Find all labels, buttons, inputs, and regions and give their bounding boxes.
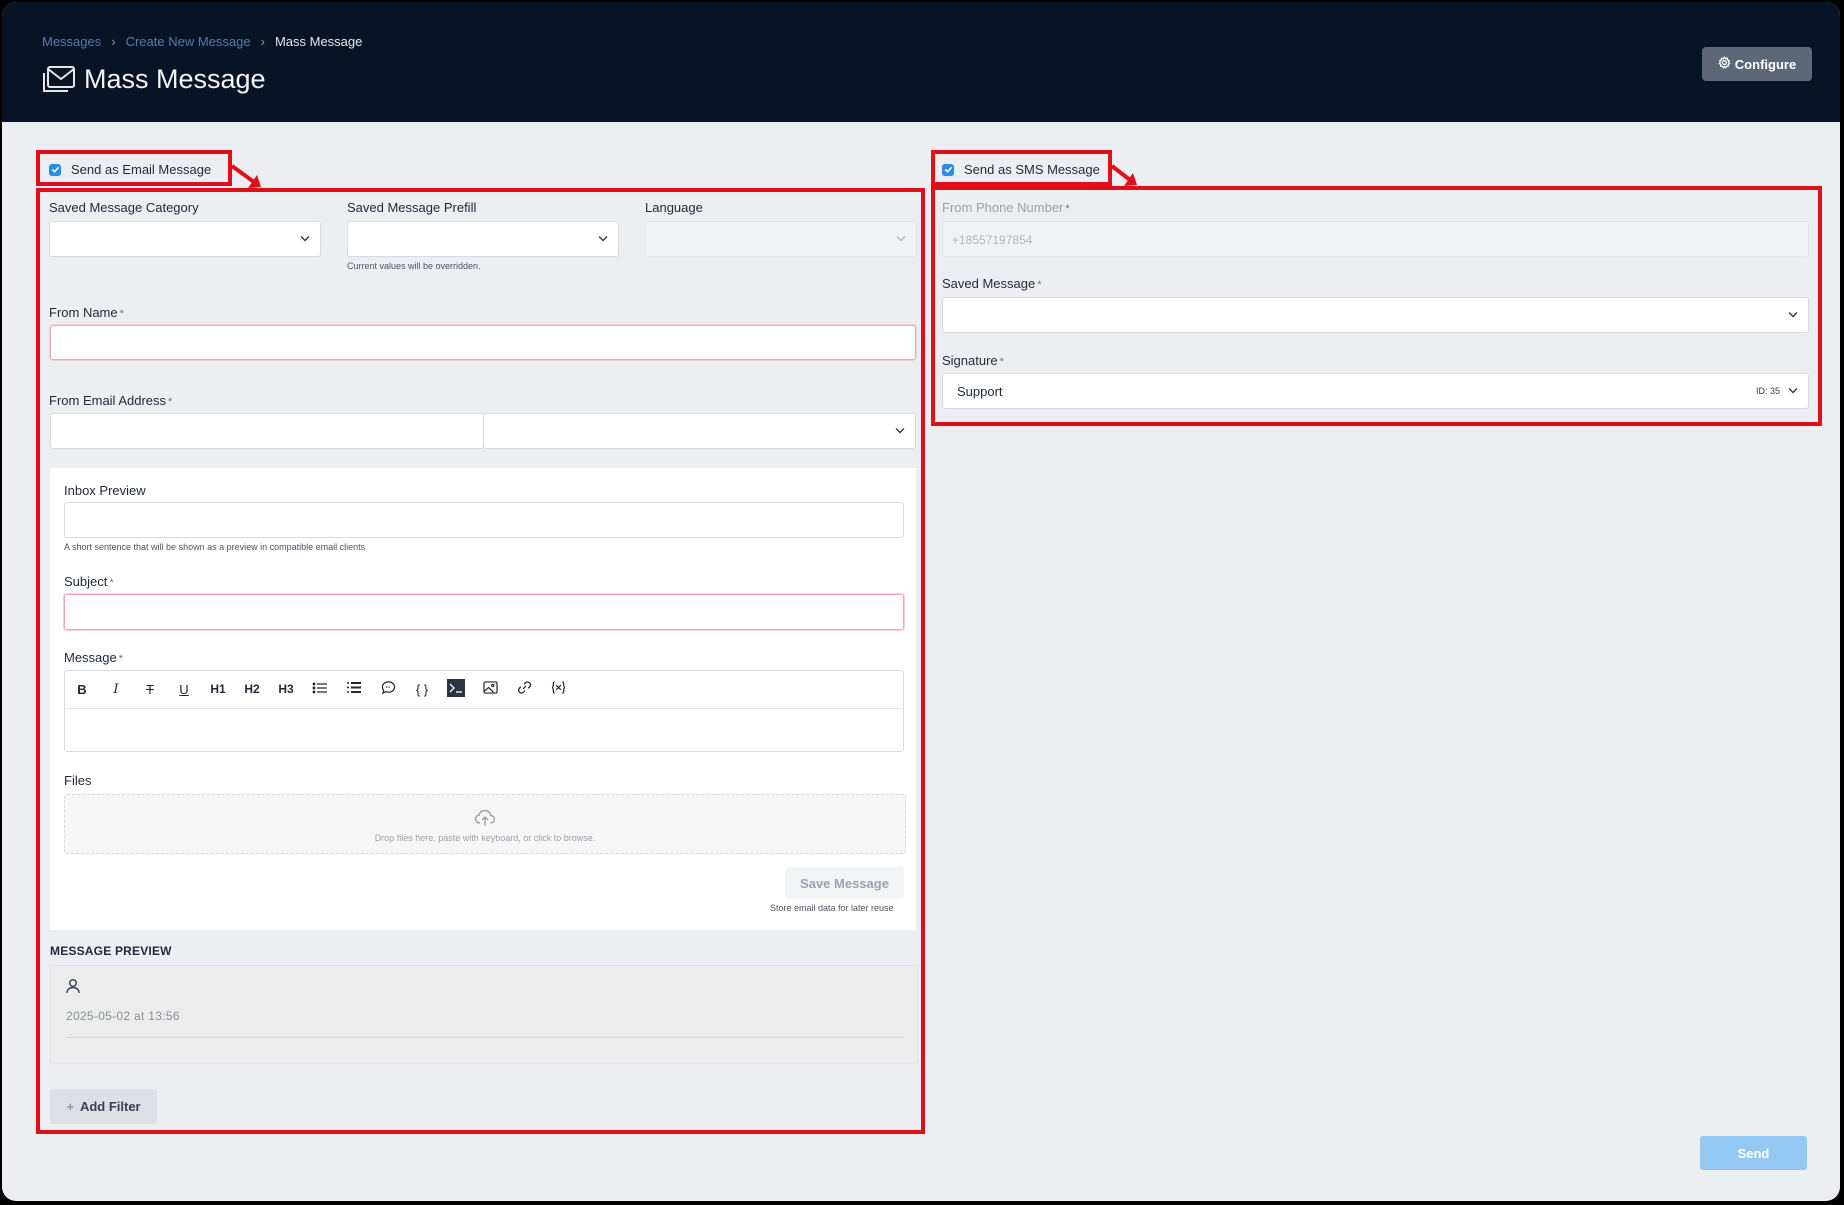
saved-message-label: Saved Message * [942,276,1042,291]
inbox-preview-label: Inbox Preview [64,483,146,498]
breadcrumb-current: Mass Message [274,34,363,49]
email-checkbox-label: Send as Email Message [71,162,212,177]
add-filter-label: Add Filter [79,1099,141,1114]
from-name-input[interactable] [50,325,916,360]
user-icon [66,979,80,994]
from-phone-label: From Phone Number * [942,200,1070,215]
breadcrumb-separator: › [111,34,116,49]
breadcrumb-messages[interactable]: Messages [42,34,101,49]
sms-toggle[interactable]: Send as SMS Message [942,162,1100,177]
signature-id: ID: 35 [1755,386,1780,396]
link-icon[interactable] [507,680,541,698]
from-phone-input[interactable]: +18557197854 [942,221,1809,257]
prefill-help: Current values will be overridden. [347,261,481,271]
ordered-list-icon[interactable] [337,681,371,697]
mass-message-icon [42,65,78,95]
inbox-preview-help: A short sentence that will be shown as a… [64,542,366,552]
send-button[interactable]: Send [1700,1136,1807,1170]
from-name-label: From Name * [49,305,124,320]
save-message-help: Store email data for later reuse [770,903,894,913]
signature-value: Support [957,384,1003,399]
page-title: Mass Message [42,64,266,95]
saved-message-select[interactable] [942,297,1809,333]
saved-prefill-label: Saved Message Prefill [347,200,477,215]
language-label: Language [645,200,703,215]
from-email-local-input[interactable] [50,413,484,449]
quote-bubble-icon[interactable] [371,680,405,698]
language-select[interactable] [645,221,917,257]
page-title-text: Mass Message [84,64,266,94]
saved-category-select[interactable] [49,221,321,257]
sms-checkbox-label: Send as SMS Message [964,162,1100,177]
add-filter-button[interactable]: + Add Filter [50,1089,157,1124]
inbox-preview-input[interactable] [64,502,904,538]
saved-category-label: Saved Message Category [49,200,199,215]
from-email-domain-select[interactable] [483,413,916,449]
heading1-button[interactable]: H1 [201,682,235,696]
message-preview-title: MESSAGE PREVIEW [50,944,172,958]
signature-label: Signature * [942,353,1004,368]
underline-button[interactable]: U [167,682,201,697]
italic-button[interactable]: I [99,682,133,697]
signature-select[interactable]: Support ID: 35 [942,373,1809,409]
save-message-button[interactable]: Save Message [785,867,904,899]
plus-icon: + [66,1099,74,1114]
bold-button[interactable]: B [65,682,99,697]
file-dropzone[interactable]: Drop files here, paste with keyboard, or… [64,794,906,854]
from-phone-placeholder: +18557197854 [952,233,1033,247]
code-icon[interactable]: { } [405,682,439,697]
editor-divider [65,708,903,709]
breadcrumb-create-new-message[interactable]: Create New Message [126,34,251,49]
preview-divider [66,1037,904,1038]
breadcrumb: Messages › Create New Message › Mass Mes… [42,34,362,49]
clear-formatting-icon[interactable] [541,680,575,698]
gear-icon [1718,56,1731,72]
app-window: Messages › Create New Message › Mass Mes… [2,2,1840,1201]
chevron-down-icon [1788,387,1798,394]
heading3-button[interactable]: H3 [269,682,303,696]
configure-button[interactable]: Configure [1702,47,1812,81]
chevron-down-icon [1788,311,1798,318]
chevron-down-icon [896,235,906,242]
saved-prefill-select[interactable] [347,221,619,257]
subject-label: Subject * [64,574,114,589]
heading2-button[interactable]: H2 [235,682,269,696]
annotation-arrow-icon [1110,164,1137,186]
subject-input[interactable] [64,594,904,630]
chevron-down-icon [598,235,608,242]
upload-cloud-icon [474,809,496,826]
message-preview-box: 2025-05-02 at 13:56 [50,965,918,1064]
from-email-label: From Email Address * [49,393,173,408]
page-header: Messages › Create New Message › Mass Mes… [2,2,1840,122]
strikethrough-button[interactable]: T [133,682,167,697]
email-checkbox[interactable] [49,163,61,176]
bullet-list-icon[interactable] [303,682,337,697]
files-label: Files [64,773,92,788]
annotation-arrow-icon [230,164,261,188]
email-toggle[interactable]: Send as Email Message [49,162,211,177]
dropzone-text: Drop files here, paste with keyboard, or… [374,833,596,843]
configure-label: Configure [1734,56,1797,72]
chevron-down-icon [895,427,905,434]
message-label: Message * [64,650,124,665]
editor-toolbar: B I T U H1 H2 H3 { } [65,678,575,700]
image-icon[interactable] [473,681,507,697]
preview-date: 2025-05-02 at 13:56 [66,1009,180,1023]
code-block-icon[interactable] [439,678,473,700]
chevron-down-icon [300,235,310,242]
sms-checkbox[interactable] [942,163,954,176]
breadcrumb-separator: › [260,34,265,49]
